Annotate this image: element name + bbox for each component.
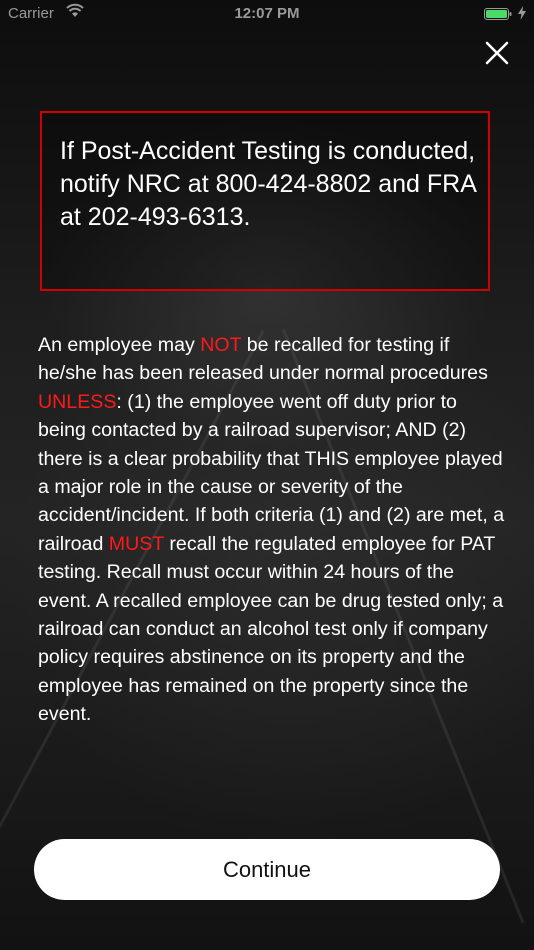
emphasis-not: NOT bbox=[200, 334, 242, 356]
close-icon bbox=[485, 41, 509, 65]
policy-text-segment: recall the regulated employee for PAT te… bbox=[38, 532, 504, 726]
policy-text-segment: An employee may bbox=[38, 334, 201, 356]
charging-bolt-icon bbox=[518, 6, 526, 20]
status-time: 12:07 PM bbox=[234, 5, 300, 22]
notice-text: If Post-Accident Testing is conducted, n… bbox=[60, 137, 476, 231]
emphasis-unless: UNLESS bbox=[38, 390, 117, 413]
close-button[interactable] bbox=[482, 38, 512, 68]
policy-text-segment: : (1) the employee went off duty prior t… bbox=[38, 390, 505, 555]
status-bar: Carrier 12:07 PM bbox=[0, 0, 534, 28]
emphasis-must: MUST bbox=[108, 532, 164, 555]
battery-icon bbox=[484, 8, 512, 20]
recall-policy-text: An employee may NOT be recalled for test… bbox=[38, 331, 508, 729]
notice-box: If Post-Accident Testing is conducted, n… bbox=[40, 111, 490, 291]
continue-button[interactable]: Continue bbox=[34, 839, 500, 900]
